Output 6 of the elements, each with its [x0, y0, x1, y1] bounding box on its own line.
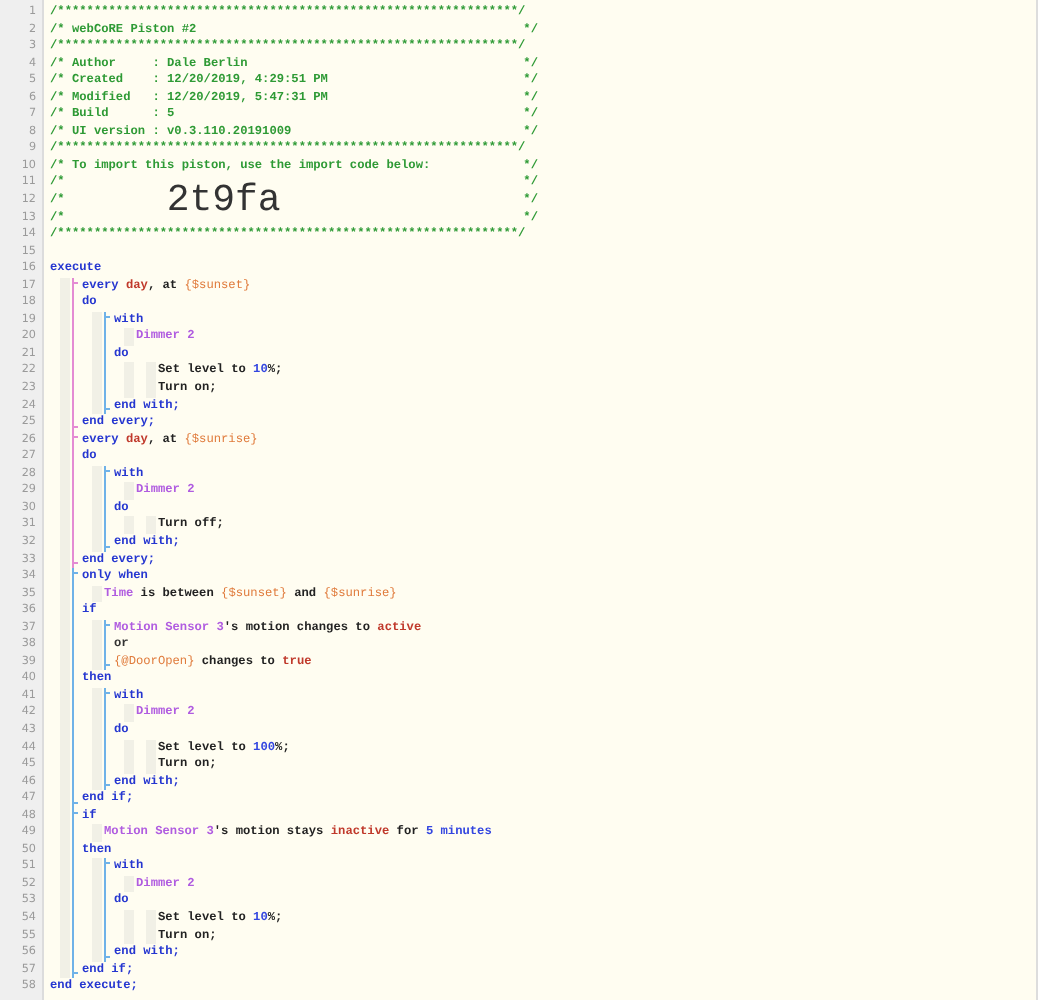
- indent-guide: [92, 619, 102, 671]
- import-code: 2t9fa: [166, 183, 281, 218]
- indent-guide: [92, 858, 102, 962]
- indent-guide: [92, 311, 102, 415]
- indent-guide: [92, 465, 102, 551]
- indent-guide: [92, 687, 102, 791]
